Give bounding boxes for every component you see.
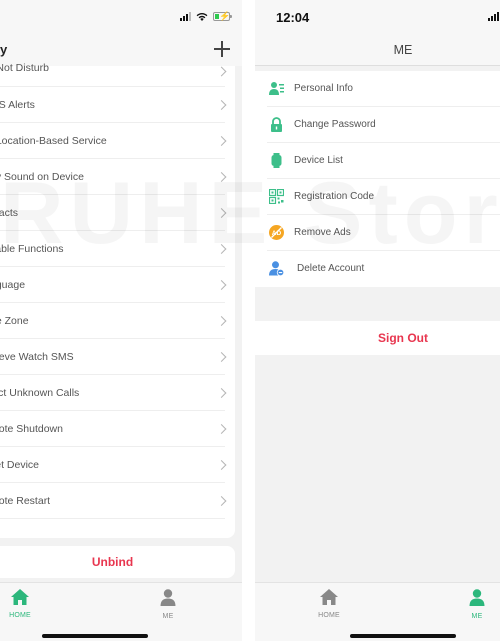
menu-item-change-password[interactable]: Change Password <box>267 107 500 143</box>
settings-item-label: ay Sound on Device <box>0 171 84 183</box>
tab-bar: HOME ME <box>255 582 500 641</box>
settings-item[interactable]: t Location-Based Service <box>0 123 227 159</box>
personal-info-icon <box>269 82 284 95</box>
chevron-right-icon <box>216 66 227 77</box>
settings-item[interactable]: ay Sound on Device <box>0 159 227 195</box>
sign-out-label: Sign Out <box>378 331 428 345</box>
chevron-right-icon <box>216 459 227 470</box>
settings-item-label: sable Functions <box>0 243 64 255</box>
settings-item[interactable]: sable Functions <box>0 231 227 267</box>
tab-me[interactable]: ME <box>148 589 188 620</box>
chevron-right-icon <box>216 423 227 434</box>
chevron-right-icon <box>216 243 227 254</box>
settings-item-label: nguage <box>0 279 26 291</box>
menu-item-delete-account[interactable]: Delete Account <box>267 251 500 287</box>
battery-charging-icon: ⚡ <box>213 11 232 21</box>
chevron-right-icon <box>216 207 227 218</box>
menu-item-label: Remove Ads <box>294 227 351 238</box>
menu-item-label: Delete Account <box>297 263 365 274</box>
settings-item-label: mote Restart <box>0 495 51 507</box>
settings-item-label: MS Alerts <box>0 99 35 111</box>
settings-item-label: mote Shutdown <box>0 423 63 435</box>
signal-icon <box>180 12 191 21</box>
chevron-right-icon <box>216 171 227 182</box>
settings-item-label: t Location-Based Service <box>0 135 107 147</box>
tab-me-label: ME <box>471 613 483 620</box>
settings-item[interactable]: mote Shutdown <box>0 411 227 447</box>
chevron-right-icon <box>216 279 227 290</box>
home-indicator <box>42 634 148 638</box>
chevron-right-icon <box>216 387 227 398</box>
chevron-right-icon <box>216 351 227 362</box>
settings-item-label: ne Zone <box>0 315 29 327</box>
status-time: 12:04 <box>276 10 310 25</box>
qr-code-icon <box>269 189 284 204</box>
page-title: ME <box>393 43 413 57</box>
status-bar: 12:04 <box>255 0 500 36</box>
no-ads-icon: AD <box>269 225 284 240</box>
tab-home[interactable]: HOME <box>309 589 349 619</box>
settings-item-label: trieve Watch SMS <box>0 351 74 363</box>
settings-item[interactable]: ntacts <box>0 195 227 231</box>
me-screen: 12:04 ME Personal Info Change Password D… <box>255 0 500 641</box>
nav-bar: ME <box>255 36 500 66</box>
settings-item-label: set Device <box>0 459 40 471</box>
home-icon <box>320 589 338 605</box>
person-icon <box>469 589 485 606</box>
settings-item-label: ntacts <box>0 207 19 219</box>
settings-list: - Not Disturb MS Alerts t Location-Based… <box>0 62 235 538</box>
tab-home-label: HOME <box>9 612 31 619</box>
watch-icon <box>271 153 282 168</box>
chevron-right-icon <box>216 495 227 506</box>
page-title: y <box>0 42 8 57</box>
nav-divider <box>255 65 500 66</box>
status-bar: ⚡ <box>0 0 242 36</box>
tab-home[interactable]: HOME <box>0 589 40 619</box>
settings-item[interactable]: set Device <box>0 447 227 483</box>
menu-item-label: Device List <box>294 155 343 166</box>
settings-item[interactable]: ne Zone <box>0 303 227 339</box>
person-icon <box>160 589 176 606</box>
home-icon <box>11 589 29 605</box>
settings-item[interactable]: - Not Disturb <box>0 62 227 87</box>
chevron-right-icon <box>216 99 227 110</box>
menu-item-label: Personal Info <box>294 83 353 94</box>
status-icons: ⚡ <box>180 11 232 21</box>
home-indicator <box>350 634 456 638</box>
tab-home-label: HOME <box>318 612 340 619</box>
settings-item-label: ject Unknown Calls <box>0 387 80 399</box>
settings-item[interactable]: MS Alerts <box>0 87 227 123</box>
plus-icon[interactable] <box>214 41 230 57</box>
menu-item-device-list[interactable]: Device List <box>267 143 500 179</box>
settings-item[interactable]: mote Restart <box>0 483 227 519</box>
menu-item-registration-code[interactable]: Registration Code <box>267 179 500 215</box>
tab-bar: HOME ME <box>0 582 242 641</box>
chevron-right-icon <box>216 315 227 326</box>
chevron-right-icon <box>216 135 227 146</box>
menu-item-personal-info[interactable]: Personal Info <box>267 71 500 107</box>
app-screens: ⚡ y - Not Disturb MS Alerts t Location-B… <box>0 0 500 641</box>
menu-item-label: Registration Code <box>294 191 375 202</box>
settings-item-label: - Not Disturb <box>0 62 49 74</box>
unbind-button[interactable]: Unbind <box>0 546 235 578</box>
tab-me[interactable]: ME <box>457 589 497 620</box>
wifi-icon <box>196 12 208 21</box>
settings-item[interactable]: trieve Watch SMS <box>0 339 227 375</box>
lock-icon <box>271 117 282 132</box>
sign-out-button[interactable]: Sign Out <box>255 321 500 355</box>
tab-me-label: ME <box>162 613 174 620</box>
settings-item[interactable]: nguage <box>0 267 227 303</box>
signal-icon <box>488 12 499 21</box>
me-menu-list: Personal Info Change Password Device Lis… <box>255 71 500 287</box>
delete-account-icon <box>269 261 284 276</box>
menu-item-remove-ads[interactable]: AD Remove Ads <box>267 215 500 251</box>
status-icons <box>488 12 499 21</box>
device-settings-screen: ⚡ y - Not Disturb MS Alerts t Location-B… <box>0 0 242 641</box>
settings-item[interactable]: ject Unknown Calls <box>0 375 227 411</box>
menu-item-label: Change Password <box>294 119 376 130</box>
